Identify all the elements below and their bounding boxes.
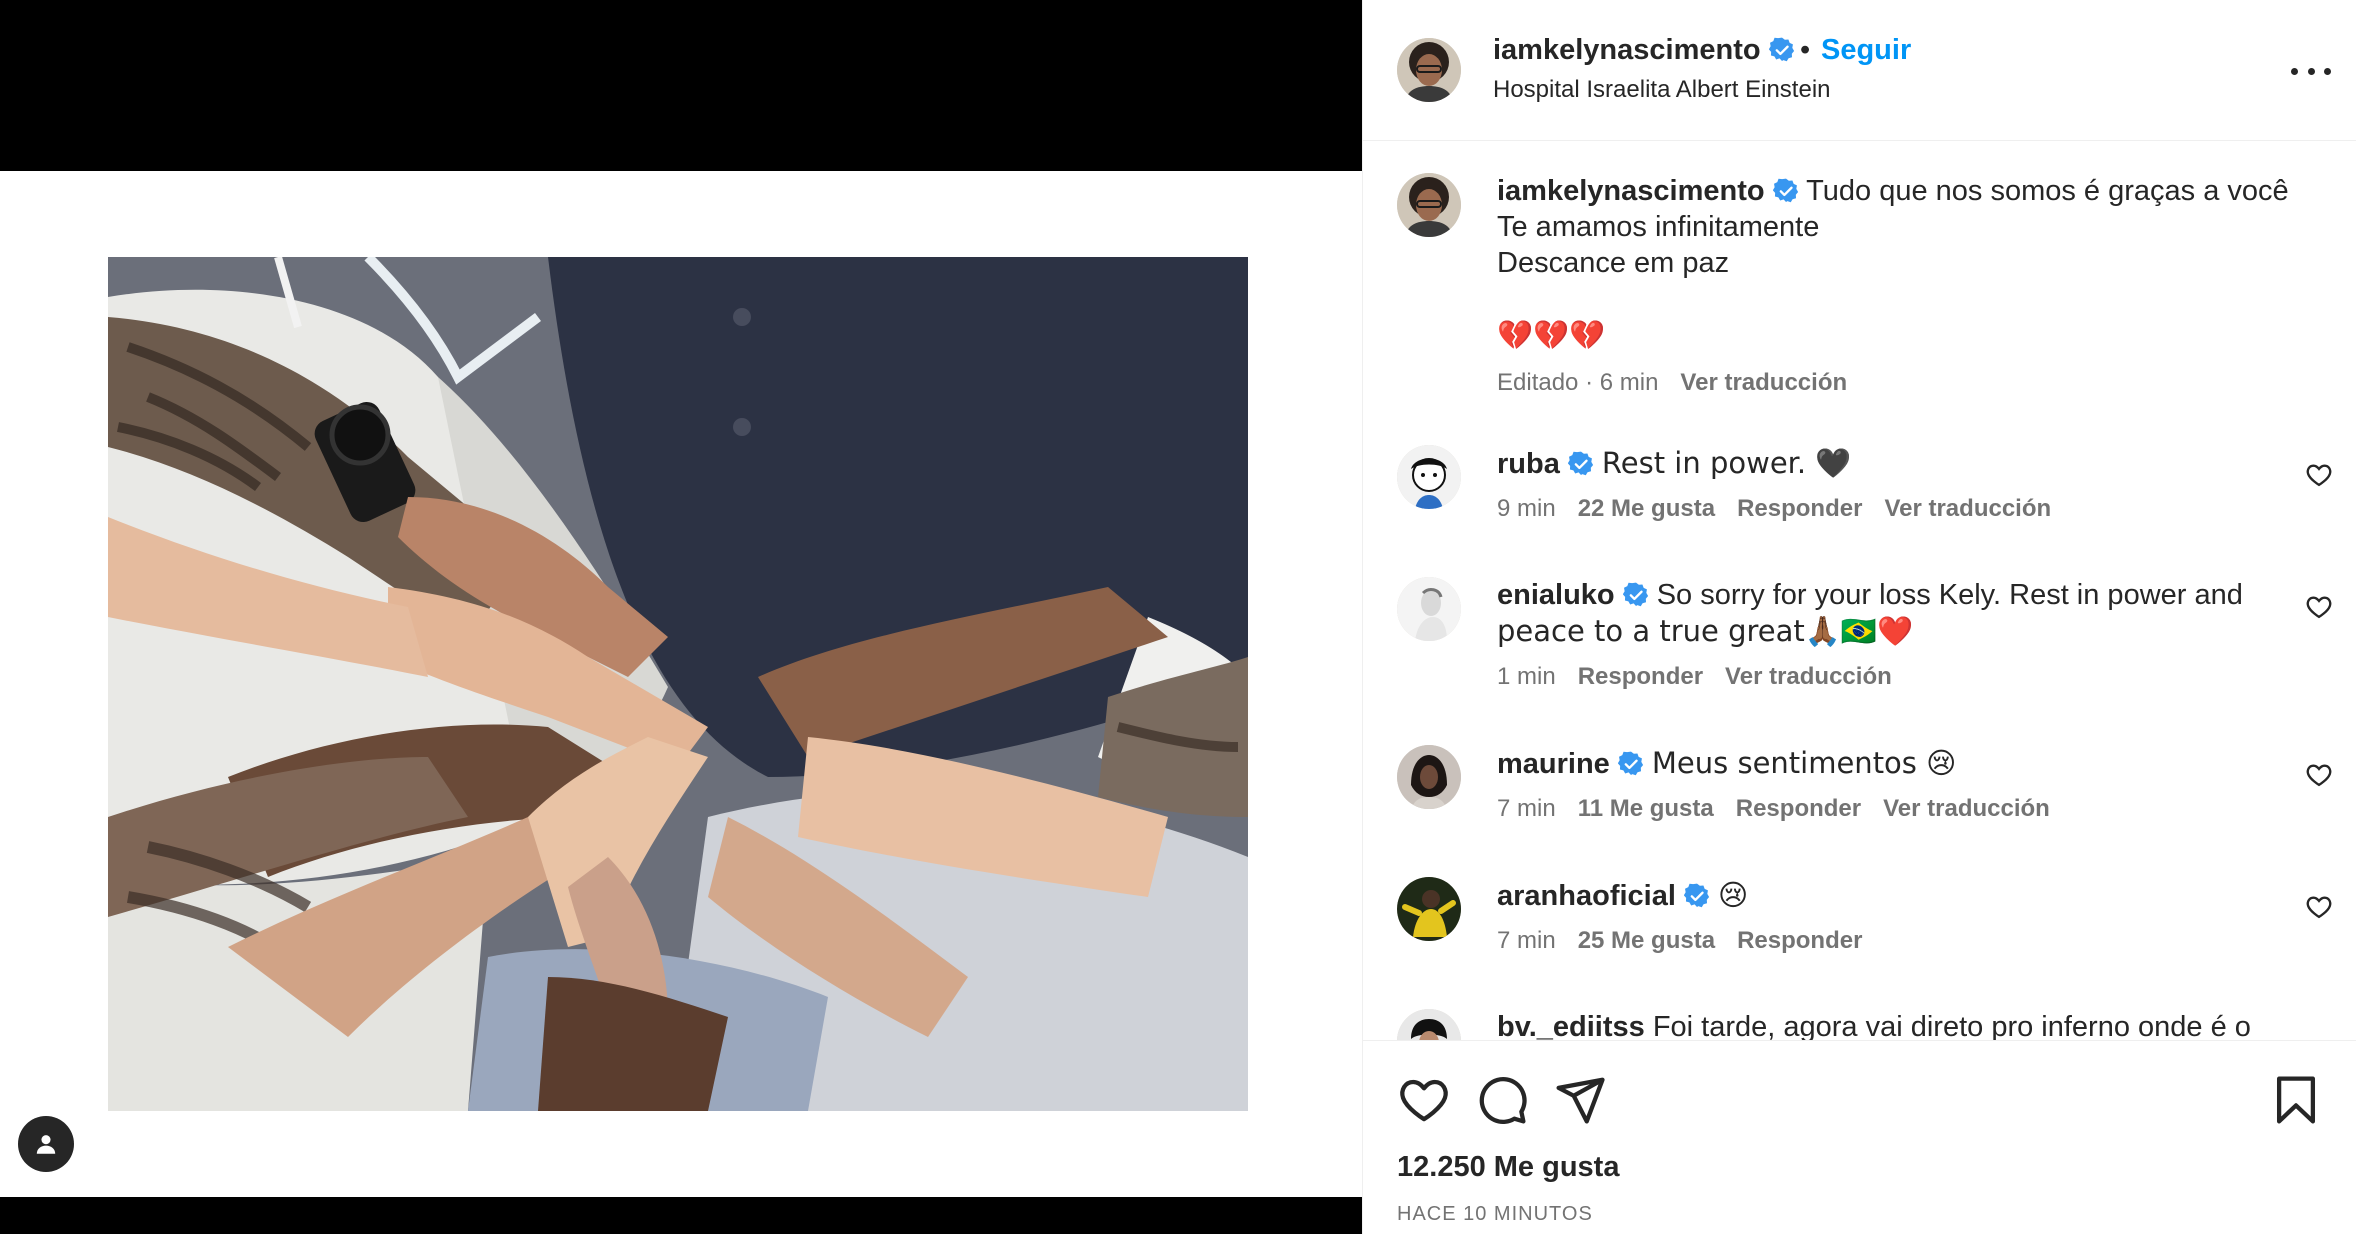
comment-meta: 7 min 11 Me gusta Responder Ver traducción xyxy=(1497,795,2072,823)
comment-like-heart-icon[interactable] xyxy=(2305,893,2333,921)
verified-badge-icon xyxy=(1684,883,1710,909)
comment-ruba: ruba Rest in power. 🖤 xyxy=(1497,445,1851,482)
verified-badge-icon xyxy=(1568,451,1594,477)
comment-avatar-ruba-art xyxy=(1397,445,1461,509)
caption-translate[interactable]: Ver traducción xyxy=(1680,369,1847,396)
comment-meta: 1 min Responder Ver traducción xyxy=(1497,663,1914,691)
comment-text: Foi tarde, agora vai direto pro inferno … xyxy=(1652,1011,2251,1040)
comment-aranhaoficial: aranhaoficial 😢 xyxy=(1497,877,1748,914)
post-header: iamkelynascimento • Seguir Hospital Isra… xyxy=(1363,0,2356,141)
comment-like-heart-icon[interactable] xyxy=(2305,461,2333,489)
comment-maurine: maurine Meus sentimentos 😢 xyxy=(1497,745,1956,782)
comment-avatar-aranhaoficial[interactable] xyxy=(1397,877,1461,941)
share-icon[interactable] xyxy=(1553,1073,1607,1127)
comment-avatar-aranhaoficial-art xyxy=(1397,877,1461,941)
comment-enialuko-line-2: peace to a true great🙏🏾🇧🇷❤️ xyxy=(1497,614,1914,648)
comments-scroll[interactable]: iamkelynascimento Tudo que nos somos é g… xyxy=(1363,141,2356,1040)
caption-line-1: iamkelynascimento Tudo que nos somos é g… xyxy=(1497,173,2289,209)
comment-time: 9 min xyxy=(1497,495,1556,522)
post-photo[interactable] xyxy=(108,257,1248,1111)
comment-avatar-maurine[interactable] xyxy=(1397,745,1461,809)
user-tag-icon xyxy=(36,1135,56,1154)
tag-people-button[interactable] xyxy=(18,1116,74,1172)
comment-likes[interactable]: 22 Me gusta xyxy=(1578,495,1715,522)
follow-button[interactable]: Seguir xyxy=(1821,34,1911,67)
comment-username[interactable]: aranhaoficial xyxy=(1497,880,1676,912)
caption-text-3: Descance em paz xyxy=(1497,247,1730,279)
verified-badge-icon xyxy=(1618,751,1644,777)
comment-username[interactable]: enialuko xyxy=(1497,579,1615,611)
comment-reply[interactable]: Responder xyxy=(1737,495,1862,522)
comment-avatar-ruba[interactable] xyxy=(1397,445,1461,509)
comment-like-heart-icon[interactable] xyxy=(2305,593,2333,621)
location-link[interactable]: Hospital Israelita Albert Einstein xyxy=(1493,76,1831,104)
media-pane xyxy=(0,0,1362,1234)
comment-time: 1 min xyxy=(1497,663,1556,690)
caption-meta: Editado · 6 min Ver traducción xyxy=(1497,369,1869,397)
comment-meta: 7 min 25 Me gusta Responder xyxy=(1497,927,1884,955)
author-avatar[interactable] xyxy=(1397,38,1461,102)
author-username[interactable]: iamkelynascimento xyxy=(1493,34,1761,66)
comment-avatar-enialuko[interactable] xyxy=(1397,577,1461,641)
comment-username[interactable]: bv._ediitss xyxy=(1497,1011,1645,1040)
comment-avatar-bv-ediitss[interactable] xyxy=(1397,1009,1461,1040)
author-username-row[interactable]: iamkelynascimento xyxy=(1493,34,1795,67)
comment-text: 😢 xyxy=(1717,878,1749,912)
caption-emoji: 💔💔💔 xyxy=(1497,318,1606,352)
comment-translate[interactable]: Ver traducción xyxy=(1884,495,2051,522)
comment-translate[interactable]: Ver traducción xyxy=(1883,795,2050,822)
comment-translate[interactable]: Ver traducción xyxy=(1725,663,1892,690)
verified-badge-icon xyxy=(1773,178,1799,204)
caption-avatar-art xyxy=(1397,173,1461,237)
caption-username[interactable]: iamkelynascimento xyxy=(1497,175,1765,207)
caption-edited: Editado · 6 min xyxy=(1497,369,1659,396)
bookmark-icon[interactable] xyxy=(2269,1073,2323,1127)
comment-avatar-maurine-art xyxy=(1397,745,1461,809)
comment-reply[interactable]: Responder xyxy=(1737,927,1862,954)
post-sidebar: iamkelynascimento • Seguir Hospital Isra… xyxy=(1362,0,2356,1235)
comment-text: Meus sentimentos 😢 xyxy=(1651,746,1957,780)
header-separator: • xyxy=(1800,34,1811,66)
comment-time: 7 min xyxy=(1497,795,1556,822)
comment-avatar-enialuko-art xyxy=(1397,577,1461,641)
comment-meta: 9 min 22 Me gusta Responder Ver traducción xyxy=(1497,495,2073,523)
comment-reply[interactable]: Responder xyxy=(1578,663,1703,690)
verified-badge-icon xyxy=(1769,37,1795,63)
author-avatar-art xyxy=(1397,38,1461,102)
caption-avatar[interactable] xyxy=(1397,173,1461,237)
comment-like-heart-icon[interactable] xyxy=(2305,761,2333,789)
like-count[interactable]: 12.250 Me gusta xyxy=(1397,1151,1619,1184)
comment-icon[interactable] xyxy=(1475,1073,1529,1127)
verified-badge-icon xyxy=(1623,582,1649,608)
comment-username[interactable]: ruba xyxy=(1497,448,1560,480)
post-timestamp: HACE 10 MINUTOS xyxy=(1397,1203,1593,1225)
comment-text: So sorry for your loss Kely. Rest in pow… xyxy=(1656,579,2243,611)
comment-reply[interactable]: Responder xyxy=(1736,795,1861,822)
post-photo-art xyxy=(108,257,1248,1111)
comment-time: 7 min xyxy=(1497,927,1556,954)
comment-likes[interactable]: 25 Me gusta xyxy=(1578,927,1715,954)
more-options-icon[interactable] xyxy=(2291,56,2331,86)
post-actions: 12.250 Me gusta HACE 10 MINUTOS xyxy=(1363,1040,2356,1235)
caption-text-2: Te amamos infinitamente xyxy=(1497,211,1820,243)
comment-username[interactable]: maurine xyxy=(1497,748,1610,780)
comment-enialuko-line-1: enialuko So sorry for your loss Kely. Re… xyxy=(1497,577,2243,613)
comment-avatar-bv-ediitss-art xyxy=(1397,1009,1461,1040)
comment-text: Rest in power. 🖤 xyxy=(1601,446,1852,480)
comment-bv-ediitss: bv._ediitss Foi tarde, agora vai direto … xyxy=(1497,1009,2251,1040)
caption-text-1: Tudo que nos somos é graças a você xyxy=(1806,175,2289,207)
comment-likes[interactable]: 11 Me gusta xyxy=(1578,795,1714,822)
heart-icon[interactable] xyxy=(1397,1073,1451,1127)
